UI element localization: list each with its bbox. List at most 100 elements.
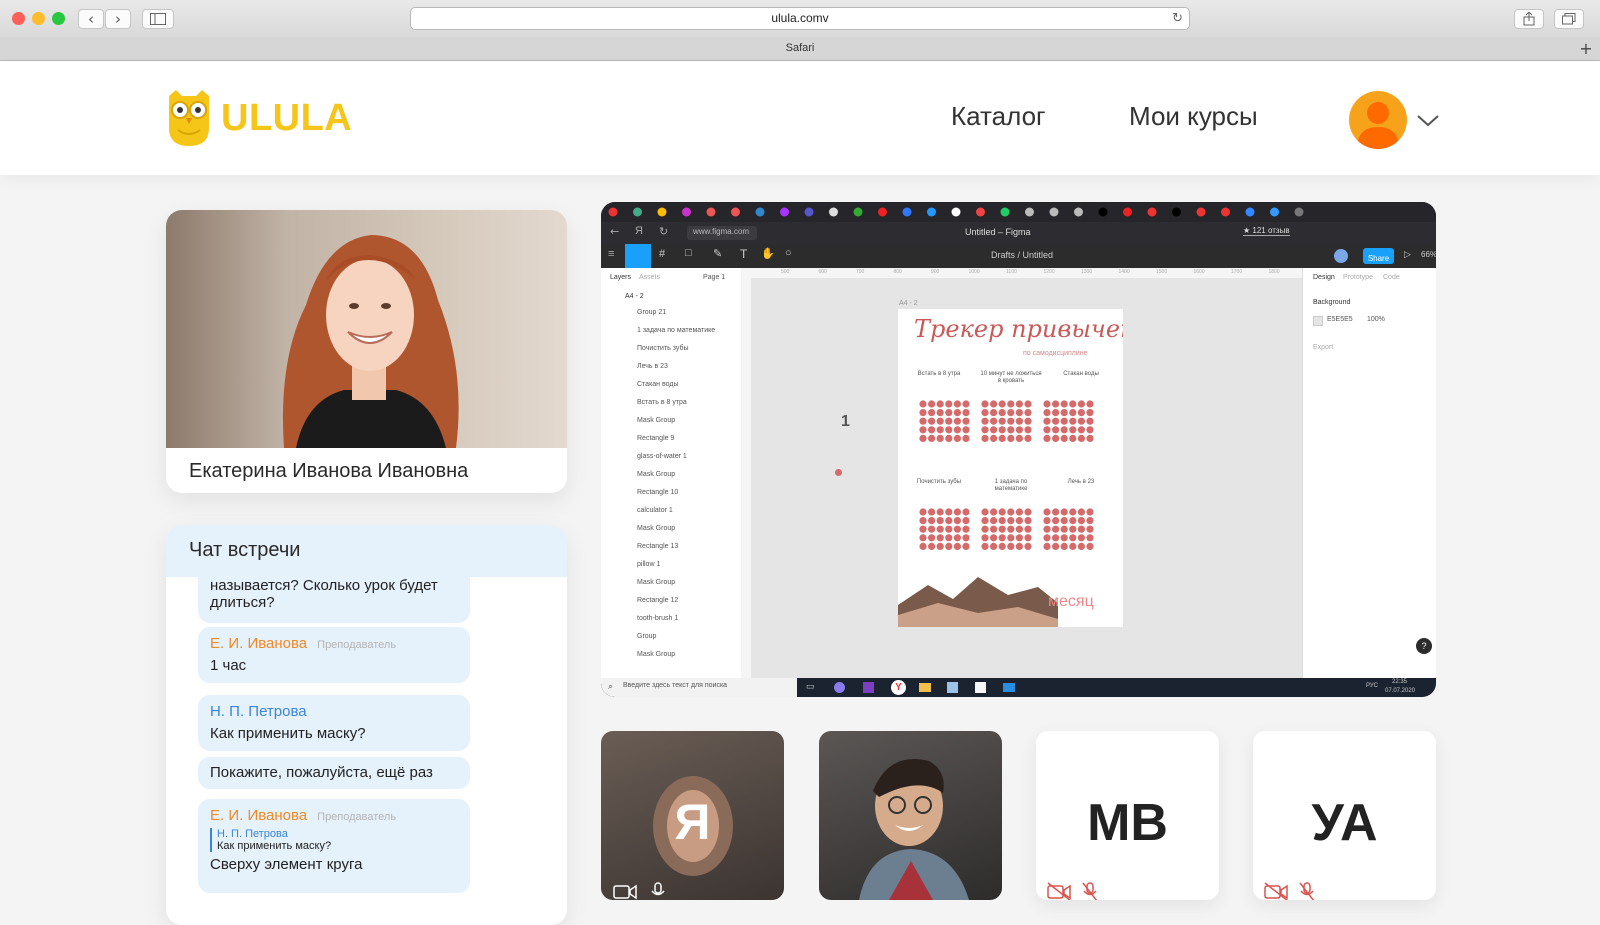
favicon	[1270, 207, 1279, 217]
layers-panel: Layers Assets Page 1 A4 - 2 Group 21 1 за…	[601, 268, 742, 678]
habit-dot	[945, 409, 953, 417]
camera-off-icon[interactable]	[1047, 882, 1073, 900]
reload-icon: ↻	[659, 225, 669, 238]
user-icon	[1357, 102, 1399, 149]
habit-dot	[919, 517, 927, 525]
share-button[interactable]	[1514, 9, 1544, 29]
forward-button[interactable]: ›	[105, 9, 131, 29]
frame-layer: A4 - 2	[625, 293, 644, 300]
habit-dot	[998, 409, 1006, 417]
habit-dot	[1086, 542, 1094, 550]
teacher-card: Екатерина Иванова Ивановна	[166, 210, 567, 493]
favicon	[1098, 207, 1108, 217]
habit-dot	[936, 542, 944, 550]
habit-dot	[998, 417, 1006, 425]
habit-dot	[945, 534, 953, 542]
habit-dot	[1077, 534, 1085, 542]
camera-icon[interactable]	[613, 884, 637, 900]
habit-dot	[1007, 542, 1015, 550]
chat-messages[interactable]: называется? Сколько урок будет длиться? …	[166, 577, 567, 925]
habit-dot	[953, 400, 961, 408]
habit-dot	[1077, 434, 1085, 442]
tabs-overview-button[interactable]	[1554, 9, 1584, 29]
habit-dot	[928, 409, 936, 417]
owl-logo-icon[interactable]	[166, 88, 212, 148]
favicon	[927, 207, 936, 217]
screen-share[interactable]: ← Я ↻ www.figma.com Untitled – Figma ★ 1…	[601, 202, 1436, 697]
participant-tile-ua[interactable]: УА	[1253, 731, 1436, 900]
chevron-right-icon: ›	[115, 10, 121, 28]
habit-dot	[936, 417, 944, 425]
chevron-left-icon: ‹	[88, 10, 94, 28]
reload-icon[interactable]: ↻	[1172, 8, 1183, 29]
habit-tracker-frame: Трекер привычек по самодисциплине Встать…	[898, 309, 1123, 627]
back-button[interactable]: ‹	[78, 9, 104, 29]
chat-message: Е. И. Иванова Преподаватель Н. П. Петрова…	[198, 799, 470, 893]
habit-dot	[919, 417, 927, 425]
minimize-window-button[interactable]	[32, 12, 45, 25]
pen-tool-icon: ✎	[713, 248, 723, 260]
figma-share-button: Share	[1363, 248, 1394, 264]
logo-text[interactable]: ULULA	[221, 97, 352, 140]
chevron-down-icon[interactable]	[1417, 115, 1439, 127]
participant-tile-2[interactable]	[819, 731, 1002, 900]
habit-dot	[990, 426, 998, 434]
habit-dot	[928, 525, 936, 533]
habit-dot	[981, 508, 989, 516]
habit-dot	[1015, 534, 1023, 542]
ruler-mark: 500	[781, 269, 790, 275]
microphone-off-icon[interactable]	[1081, 882, 1099, 900]
site-header: ULULA Каталог Мои курсы	[0, 61, 1600, 175]
quoted-message[interactable]: Н. П. Петрова Как применить маску?	[210, 828, 458, 852]
background-swatch	[1313, 316, 1323, 326]
habit-dot	[998, 426, 1006, 434]
habit-dot	[1015, 525, 1023, 533]
yandex-browser-icon: Y	[891, 680, 906, 695]
ruler-mark: 1400	[1118, 269, 1130, 275]
microphone-off-icon[interactable]	[1298, 882, 1316, 900]
user-avatar[interactable]	[1349, 91, 1407, 149]
new-tab-button[interactable]: +	[1576, 37, 1596, 60]
habit-dot	[1069, 400, 1077, 408]
chat-header: Чат встречи	[166, 525, 567, 577]
habit-dot	[1086, 534, 1094, 542]
habit-dot	[1024, 534, 1032, 542]
favicon-row	[608, 207, 1304, 217]
nav-catalog[interactable]: Каталог	[951, 101, 1046, 132]
layer-list: Group 21 1 задача по математике Почистить …	[637, 309, 737, 669]
ruler-mark: 1800	[1268, 269, 1280, 275]
habit-dot	[919, 426, 927, 434]
habit-dot	[1060, 400, 1068, 408]
address-bar[interactable]: ulula.comv ↻	[410, 7, 1190, 30]
message-author: Е. И. Иванова	[210, 807, 308, 824]
habit-dot	[1024, 426, 1032, 434]
habit-dot	[990, 417, 998, 425]
close-window-button[interactable]	[12, 12, 25, 25]
ruler-mark: 700	[856, 269, 865, 275]
habit-dot	[953, 534, 961, 542]
habit-dot	[936, 525, 944, 533]
favicon	[755, 207, 765, 217]
message-text: Как применить маску?	[210, 725, 366, 742]
habit-dot	[981, 417, 989, 425]
habit-dot	[1043, 400, 1051, 408]
habit-dot	[1024, 525, 1032, 533]
habit-dot	[1024, 542, 1032, 550]
nav-my-courses[interactable]: Мои курсы	[1129, 101, 1258, 132]
tabs-icon	[1562, 13, 1576, 25]
camera-off-icon[interactable]	[1264, 882, 1290, 900]
comment-tool-icon: ○	[785, 247, 792, 259]
favicon	[1074, 207, 1083, 217]
participant-tile-self[interactable]: Я	[601, 731, 784, 900]
habit-dot	[1069, 525, 1077, 533]
participant-tile-mv[interactable]: МВ	[1036, 731, 1219, 900]
sidebar-toggle-button[interactable]	[142, 9, 174, 29]
favicon	[1123, 207, 1132, 217]
habit-dot	[953, 426, 961, 434]
favicon	[1049, 207, 1059, 217]
active-tab[interactable]: Safari	[786, 42, 815, 54]
zoom-window-button[interactable]	[52, 12, 65, 25]
taskbar-search-icon: ⌕	[608, 681, 614, 691]
habit-dot	[919, 409, 927, 417]
microphone-icon[interactable]	[651, 882, 665, 900]
